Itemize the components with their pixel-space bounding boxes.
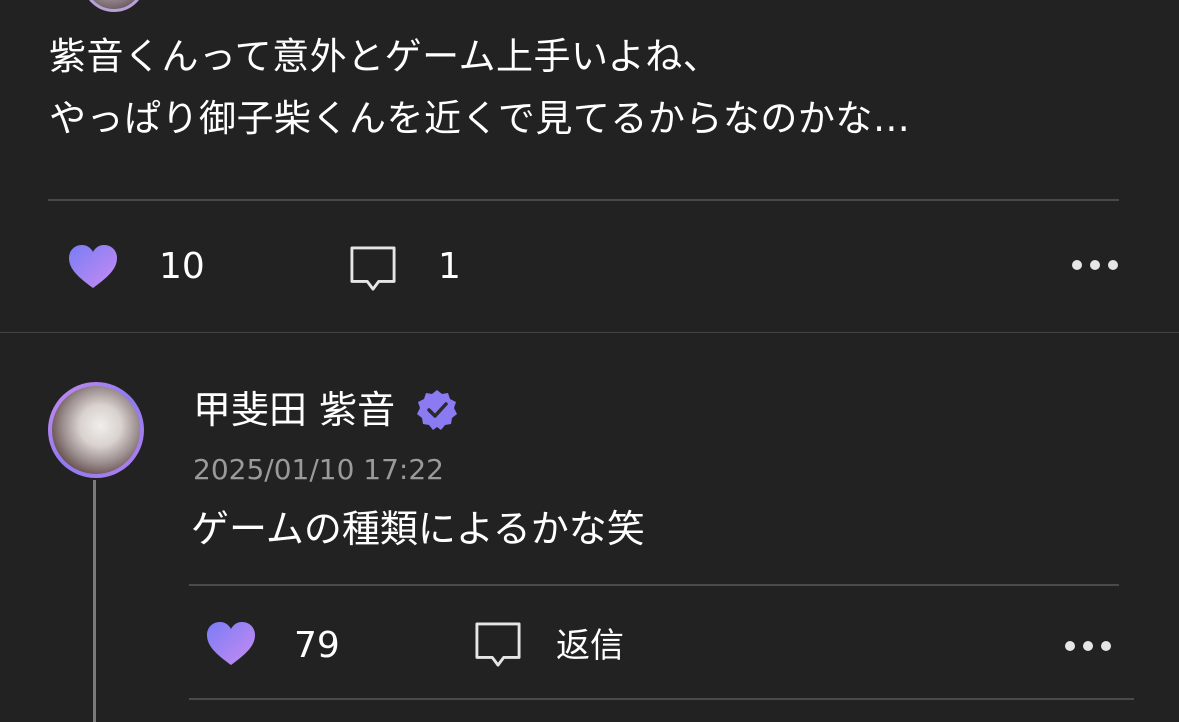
more-dots-icon <box>1065 641 1075 651</box>
comment-count: 1 <box>438 246 461 287</box>
verified-badge-icon <box>417 390 458 430</box>
post-comment-button[interactable] <box>348 245 398 291</box>
thread-connector <box>93 480 96 722</box>
divider <box>189 584 1119 586</box>
original-poster-avatar[interactable] <box>82 0 146 12</box>
comment-bubble-icon <box>350 246 396 291</box>
heart-icon <box>207 622 255 665</box>
section-divider <box>0 332 1179 333</box>
divider <box>48 199 1119 201</box>
reply-like-count: 79 <box>294 626 340 666</box>
post-like-button[interactable] <box>68 244 118 290</box>
like-count: 79 <box>294 625 340 666</box>
author-name: 甲斐田 紫音 <box>193 388 396 432</box>
reply-label: 返信 <box>556 626 624 666</box>
post-body-line: 紫音くんって意外とゲーム上手いよね、 <box>49 35 721 78</box>
post-like-count: 10 <box>159 247 205 287</box>
heart-icon <box>69 245 117 288</box>
post-body: 紫音くんって意外とゲーム上手いよね、 やっぱり御子柴くんを近くで見てるからなのか… <box>49 26 910 150</box>
avatar-image <box>52 386 140 474</box>
reply-timestamp: 2025/01/10 17:22 <box>193 453 444 486</box>
divider <box>189 698 1134 700</box>
reply-body: ゲームの種類によるかな笑 <box>191 507 645 551</box>
reply-author-avatar[interactable] <box>48 382 144 478</box>
reply-label-wrap[interactable]: 返信 <box>556 626 624 666</box>
thread-view: 紫音くんって意外とゲーム上手いよね、 やっぱり御子柴くんを近くで見てるからなのか… <box>0 0 1179 722</box>
reply-to-reply-button[interactable] <box>473 621 523 667</box>
like-count: 10 <box>159 246 205 287</box>
post-body-line: やっぱり御子柴くんを近くで見てるからなのかな… <box>49 97 911 140</box>
reply-author[interactable]: 甲斐田 紫音 <box>193 386 459 434</box>
more-dots-icon <box>1072 260 1082 270</box>
comment-bubble-icon <box>475 622 521 667</box>
reply-more-button[interactable] <box>1065 641 1111 651</box>
reply-like-button[interactable] <box>206 621 256 667</box>
post-more-button[interactable] <box>1072 260 1118 270</box>
post-comment-count: 1 <box>438 247 461 287</box>
